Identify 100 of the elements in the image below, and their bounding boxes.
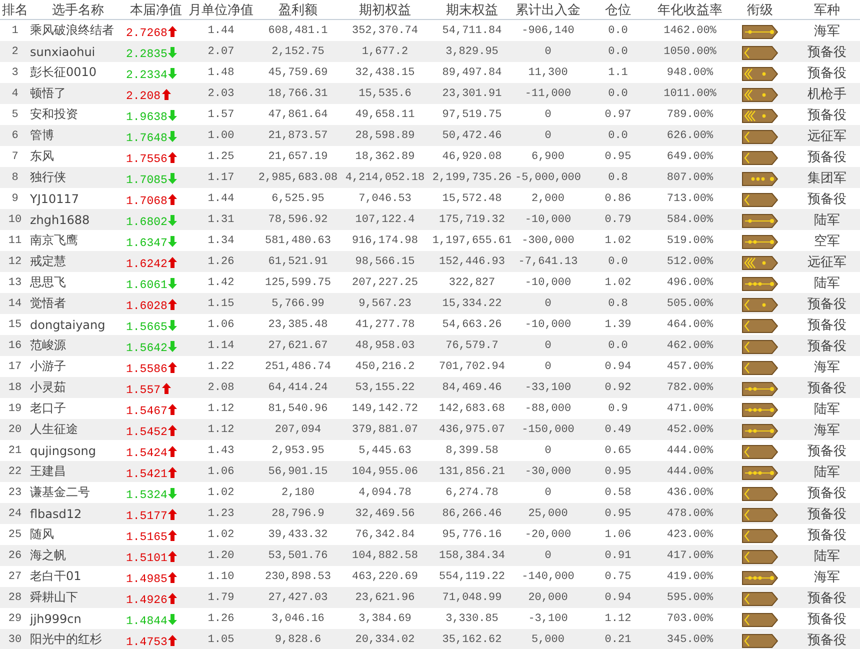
initial-equity: 23,621.96 — [340, 587, 430, 608]
service-branch: 海军 — [794, 419, 860, 440]
cumulative-deposit: 0 — [514, 545, 582, 566]
position-ratio: 0.0 — [582, 83, 654, 104]
service-branch: 机枪手 — [794, 83, 860, 104]
annual-return: 505.00% — [654, 293, 726, 314]
player-name: 范峻源 — [30, 335, 126, 356]
net-value: 1.5165 — [126, 531, 168, 544]
cumulative-deposit: 0 — [514, 440, 582, 461]
player-name: 安和投资 — [30, 104, 126, 125]
net-value: 1.6347 — [126, 237, 168, 250]
annual-return: 649.00% — [654, 146, 726, 167]
rank-insignia-icon — [742, 528, 778, 544]
final-equity: 1,197,655.61 — [430, 230, 514, 251]
annual-return: 584.00% — [654, 209, 726, 230]
initial-equity: 5,445.63 — [340, 440, 430, 461]
position-ratio: 0.49 — [582, 419, 654, 440]
final-equity: 142,683.68 — [430, 398, 514, 419]
profit-amount: 6,525.95 — [256, 188, 340, 209]
service-branch: 集团军 — [794, 167, 860, 188]
rank-number: 8 — [0, 167, 30, 188]
service-branch: 陆军 — [794, 272, 860, 293]
rank-insignia-icon — [742, 486, 778, 502]
rank-insignia-icon — [742, 24, 778, 40]
service-branch: 陆军 — [794, 461, 860, 482]
position-ratio: 0.92 — [582, 377, 654, 398]
cumulative-deposit: 11,300 — [514, 62, 582, 83]
initial-equity: 463,220.69 — [340, 566, 430, 587]
monthly-unit-value: 2.03 — [186, 83, 256, 104]
cumulative-deposit: 20,000 — [514, 587, 582, 608]
final-equity: 3,829.95 — [430, 41, 514, 62]
initial-equity: 4,094.78 — [340, 482, 430, 503]
profit-amount: 2,985,683.08 — [256, 167, 340, 188]
final-equity: 71,048.99 — [430, 587, 514, 608]
position-ratio: 0.58 — [582, 482, 654, 503]
service-branch: 海军 — [794, 20, 860, 41]
monthly-unit-value: 1.31 — [186, 209, 256, 230]
final-equity: 158,384.34 — [430, 545, 514, 566]
rank-number: 11 — [0, 230, 30, 251]
net-value: 1.5586 — [126, 363, 168, 376]
annual-return: 444.00% — [654, 461, 726, 482]
position-ratio: 0.79 — [582, 209, 654, 230]
service-branch: 预备役 — [794, 629, 860, 649]
cumulative-deposit: -150,000 — [514, 419, 582, 440]
initial-equity: 107,122.4 — [340, 209, 430, 230]
monthly-unit-value: 1.79 — [186, 587, 256, 608]
final-equity: 86,266.46 — [430, 503, 514, 524]
final-equity: 8,399.58 — [430, 440, 514, 461]
position-ratio: 0.0 — [582, 335, 654, 356]
rank-number: 16 — [0, 335, 30, 356]
rank-insignia-icon — [742, 108, 778, 124]
initial-equity: 207,227.25 — [340, 272, 430, 293]
player-name: zhgh1688 — [30, 209, 126, 230]
annual-return: 1011.00% — [654, 83, 726, 104]
profit-amount: 2,152.75 — [256, 41, 340, 62]
rank-number: 23 — [0, 482, 30, 503]
cumulative-deposit: -10,000 — [514, 314, 582, 335]
monthly-unit-value: 1.26 — [186, 608, 256, 629]
rank-insignia-icon — [742, 192, 778, 208]
rank-number: 30 — [0, 629, 30, 649]
monthly-unit-value: 1.10 — [186, 566, 256, 587]
service-branch: 海军 — [794, 356, 860, 377]
profit-amount: 21,873.57 — [256, 125, 340, 146]
position-ratio: 0.94 — [582, 587, 654, 608]
monthly-unit-value: 1.25 — [186, 146, 256, 167]
net-value: 1.5642 — [126, 342, 168, 355]
player-name: 东风 — [30, 146, 126, 167]
cumulative-deposit: 6,900 — [514, 146, 582, 167]
net-value: 2.208 — [126, 90, 161, 103]
initial-equity: 41,277.78 — [340, 314, 430, 335]
column-header: 排名 — [0, 0, 30, 20]
initial-equity: 28,598.89 — [340, 125, 430, 146]
final-equity: 95,776.16 — [430, 524, 514, 545]
final-equity: 97,519.75 — [430, 104, 514, 125]
profit-amount: 47,861.64 — [256, 104, 340, 125]
position-ratio: 0.9 — [582, 398, 654, 419]
net-value: 1.7068 — [126, 195, 168, 208]
initial-equity: 7,046.53 — [340, 188, 430, 209]
annual-return: 626.00% — [654, 125, 726, 146]
position-ratio: 0.65 — [582, 440, 654, 461]
profit-amount: 27,427.03 — [256, 587, 340, 608]
monthly-unit-value: 1.15 — [186, 293, 256, 314]
final-equity: 6,274.78 — [430, 482, 514, 503]
initial-equity: 104,955.06 — [340, 461, 430, 482]
player-name: 戒定慧 — [30, 251, 126, 272]
column-header: 期末权益 — [430, 0, 514, 20]
rank-number: 21 — [0, 440, 30, 461]
rank-number: 17 — [0, 356, 30, 377]
annual-return: 417.00% — [654, 545, 726, 566]
final-equity: 15,572.48 — [430, 188, 514, 209]
annual-return: 512.00% — [654, 251, 726, 272]
player-name: 彭长征0010 — [30, 62, 126, 83]
position-ratio: 0.0 — [582, 20, 654, 41]
rank-number: 28 — [0, 587, 30, 608]
profit-amount: 53,501.76 — [256, 545, 340, 566]
player-name: 王建昌 — [30, 461, 126, 482]
monthly-unit-value: 1.44 — [186, 20, 256, 41]
net-value: 1.5324 — [126, 489, 168, 502]
initial-equity: 20,334.02 — [340, 629, 430, 649]
rank-number: 27 — [0, 566, 30, 587]
